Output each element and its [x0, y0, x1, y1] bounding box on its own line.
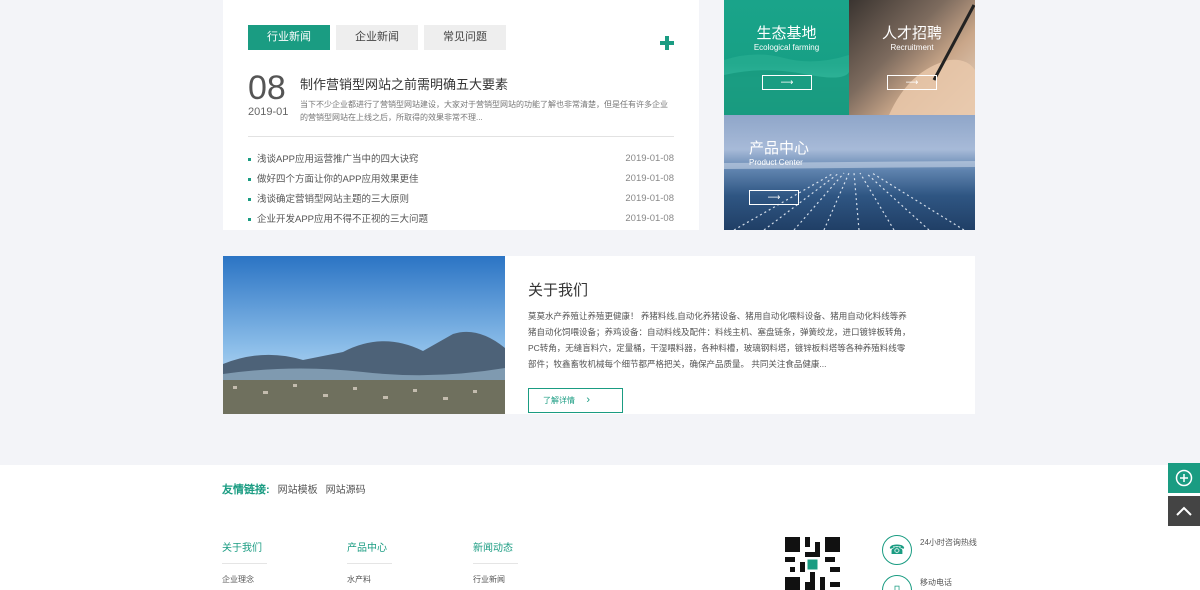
side-add-button[interactable] — [1168, 463, 1200, 493]
phone-icon: ☎ — [882, 535, 912, 565]
tab-faq[interactable]: 常见问题 — [424, 25, 506, 50]
writing-hand-image — [889, 4, 975, 115]
about-title: 关于我们 — [528, 282, 589, 299]
news-item-date: 2019-01-08 — [625, 192, 674, 204]
tile-recruitment[interactable]: 人才招聘 Recruitment ⟶ — [849, 0, 975, 115]
news-item-date: 2019-01-08 — [625, 212, 674, 224]
chevron-right-icon: › — [586, 394, 590, 406]
footer-column-item[interactable]: 行业新闻 — [473, 574, 583, 585]
footer-column-item[interactable]: 企业理念 — [222, 574, 332, 585]
plus-circle-icon — [1175, 469, 1193, 487]
feature-title-link[interactable]: 制作营销型网站之前需明确五大要素 — [300, 74, 508, 93]
footer: 友情链接: 网站模板 网站源码 关于我们 企业理念 产品中心 水产料 新闻动态 … — [0, 465, 1200, 590]
about-section: 关于我们 莫莫水产养殖让养殖更健康！ 养猪料线,自动化养猪设备、猪用自动化喂料设… — [223, 256, 975, 414]
feature-summary: 当下不少企业都进行了营销型网站建设，大家对于营销型网站的功能了解也非常清楚，但是… — [300, 100, 668, 122]
news-item-title[interactable]: 浅谈确定营销型网站主题的三大原则 — [248, 191, 409, 205]
tab-company-news[interactable]: 企业新闻 — [336, 25, 418, 50]
tile-ecological-farming[interactable]: 生态基地 Ecological farming ⟶ — [724, 0, 849, 115]
qr-code-image — [785, 537, 840, 590]
feature-year-month: 2019-01 — [248, 106, 289, 118]
more-news-plus-icon[interactable] — [660, 36, 674, 50]
tile-arrow-button[interactable]: ⟶ — [749, 190, 799, 205]
tile-subtitle: Ecological farming — [753, 43, 820, 52]
news-tabs: 行业新闻 企业新闻 常见问题 — [248, 25, 506, 50]
list-item[interactable]: 浅谈确定营销型网站主题的三大原则 2019-01-08 — [248, 188, 674, 208]
tile-subtitle: Recruitment — [890, 43, 934, 52]
divider — [248, 136, 674, 137]
mobile-icon: ▯ — [882, 575, 912, 590]
friend-link[interactable]: 网站源码 — [326, 481, 366, 496]
news-item-title[interactable]: 企业开发APP应用不得不正视的三大问题 — [248, 211, 428, 225]
list-item[interactable]: 企业开发APP应用不得不正视的三大问题 2019-01-08 — [248, 208, 674, 228]
footer-column-heading[interactable]: 关于我们 — [222, 539, 267, 564]
footer-column-products: 产品中心 水产料 — [347, 539, 457, 585]
learn-more-label: 了解详情 — [543, 396, 575, 405]
news-panel: 行业新闻 企业新闻 常见问题 08 2019-01 制作营销型网站之前需明确五大… — [223, 0, 699, 230]
mobile-label: 移动电话 — [920, 578, 952, 587]
mountain-town-image — [223, 256, 505, 414]
footer-column-news: 新闻动态 行业新闻 — [473, 539, 583, 585]
back-to-top-button[interactable] — [1168, 496, 1200, 526]
feature-day: 08 — [248, 69, 286, 107]
footer-column-heading[interactable]: 新闻动态 — [473, 539, 518, 564]
tab-industry-news[interactable]: 行业新闻 — [248, 25, 330, 50]
landscape-image — [223, 256, 505, 414]
footer-column-heading[interactable]: 产品中心 — [347, 539, 392, 564]
chevron-up-icon — [1176, 506, 1192, 516]
list-item[interactable]: 浅谈APP应用运营推广当中的四大诀窍 2019-01-08 — [248, 148, 674, 168]
about-text: 莫莫水产养殖让养殖更健康！ 养猪料线,自动化养猪设备、猪用自动化喂料设备、猪用自… — [528, 311, 911, 369]
hotline-label: 24小时咨询热线 — [920, 538, 977, 547]
tile-title: 生态基地 — [756, 25, 817, 42]
news-item-date: 2019-01-08 — [625, 152, 674, 164]
hills-image — [724, 54, 849, 115]
news-item-title[interactable]: 做好四个方面让你的APP应用效果更佳 — [248, 171, 419, 185]
sea-farm-image — [724, 161, 975, 230]
friend-links: 友情链接: 网站模板 网站源码 — [222, 481, 366, 497]
tile-title: 人才招聘 — [881, 25, 942, 42]
learn-more-button[interactable]: 了解详情 › — [528, 388, 623, 413]
friend-link[interactable]: 网站模板 — [278, 481, 318, 496]
tile-arrow-button[interactable]: ⟶ — [887, 75, 937, 90]
news-item-date: 2019-01-08 — [625, 172, 674, 184]
tile-arrow-button[interactable]: ⟶ — [762, 75, 812, 90]
tile-subtitle: Product Center — [749, 158, 803, 167]
tile-title: 产品中心 — [749, 140, 810, 157]
news-list: 浅谈APP应用运营推广当中的四大诀窍 2019-01-08 做好四个方面让你的AP… — [248, 148, 674, 228]
tile-product-center[interactable]: 产品中心 Product Center ⟶ — [724, 115, 975, 230]
footer-column-about: 关于我们 企业理念 — [222, 539, 332, 585]
footer-column-item[interactable]: 水产料 — [347, 574, 457, 585]
news-item-title[interactable]: 浅谈APP应用运营推广当中的四大诀窍 — [248, 151, 419, 165]
friend-links-label: 友情链接: — [222, 484, 270, 496]
list-item[interactable]: 做好四个方面让你的APP应用效果更佳 2019-01-08 — [248, 168, 674, 188]
